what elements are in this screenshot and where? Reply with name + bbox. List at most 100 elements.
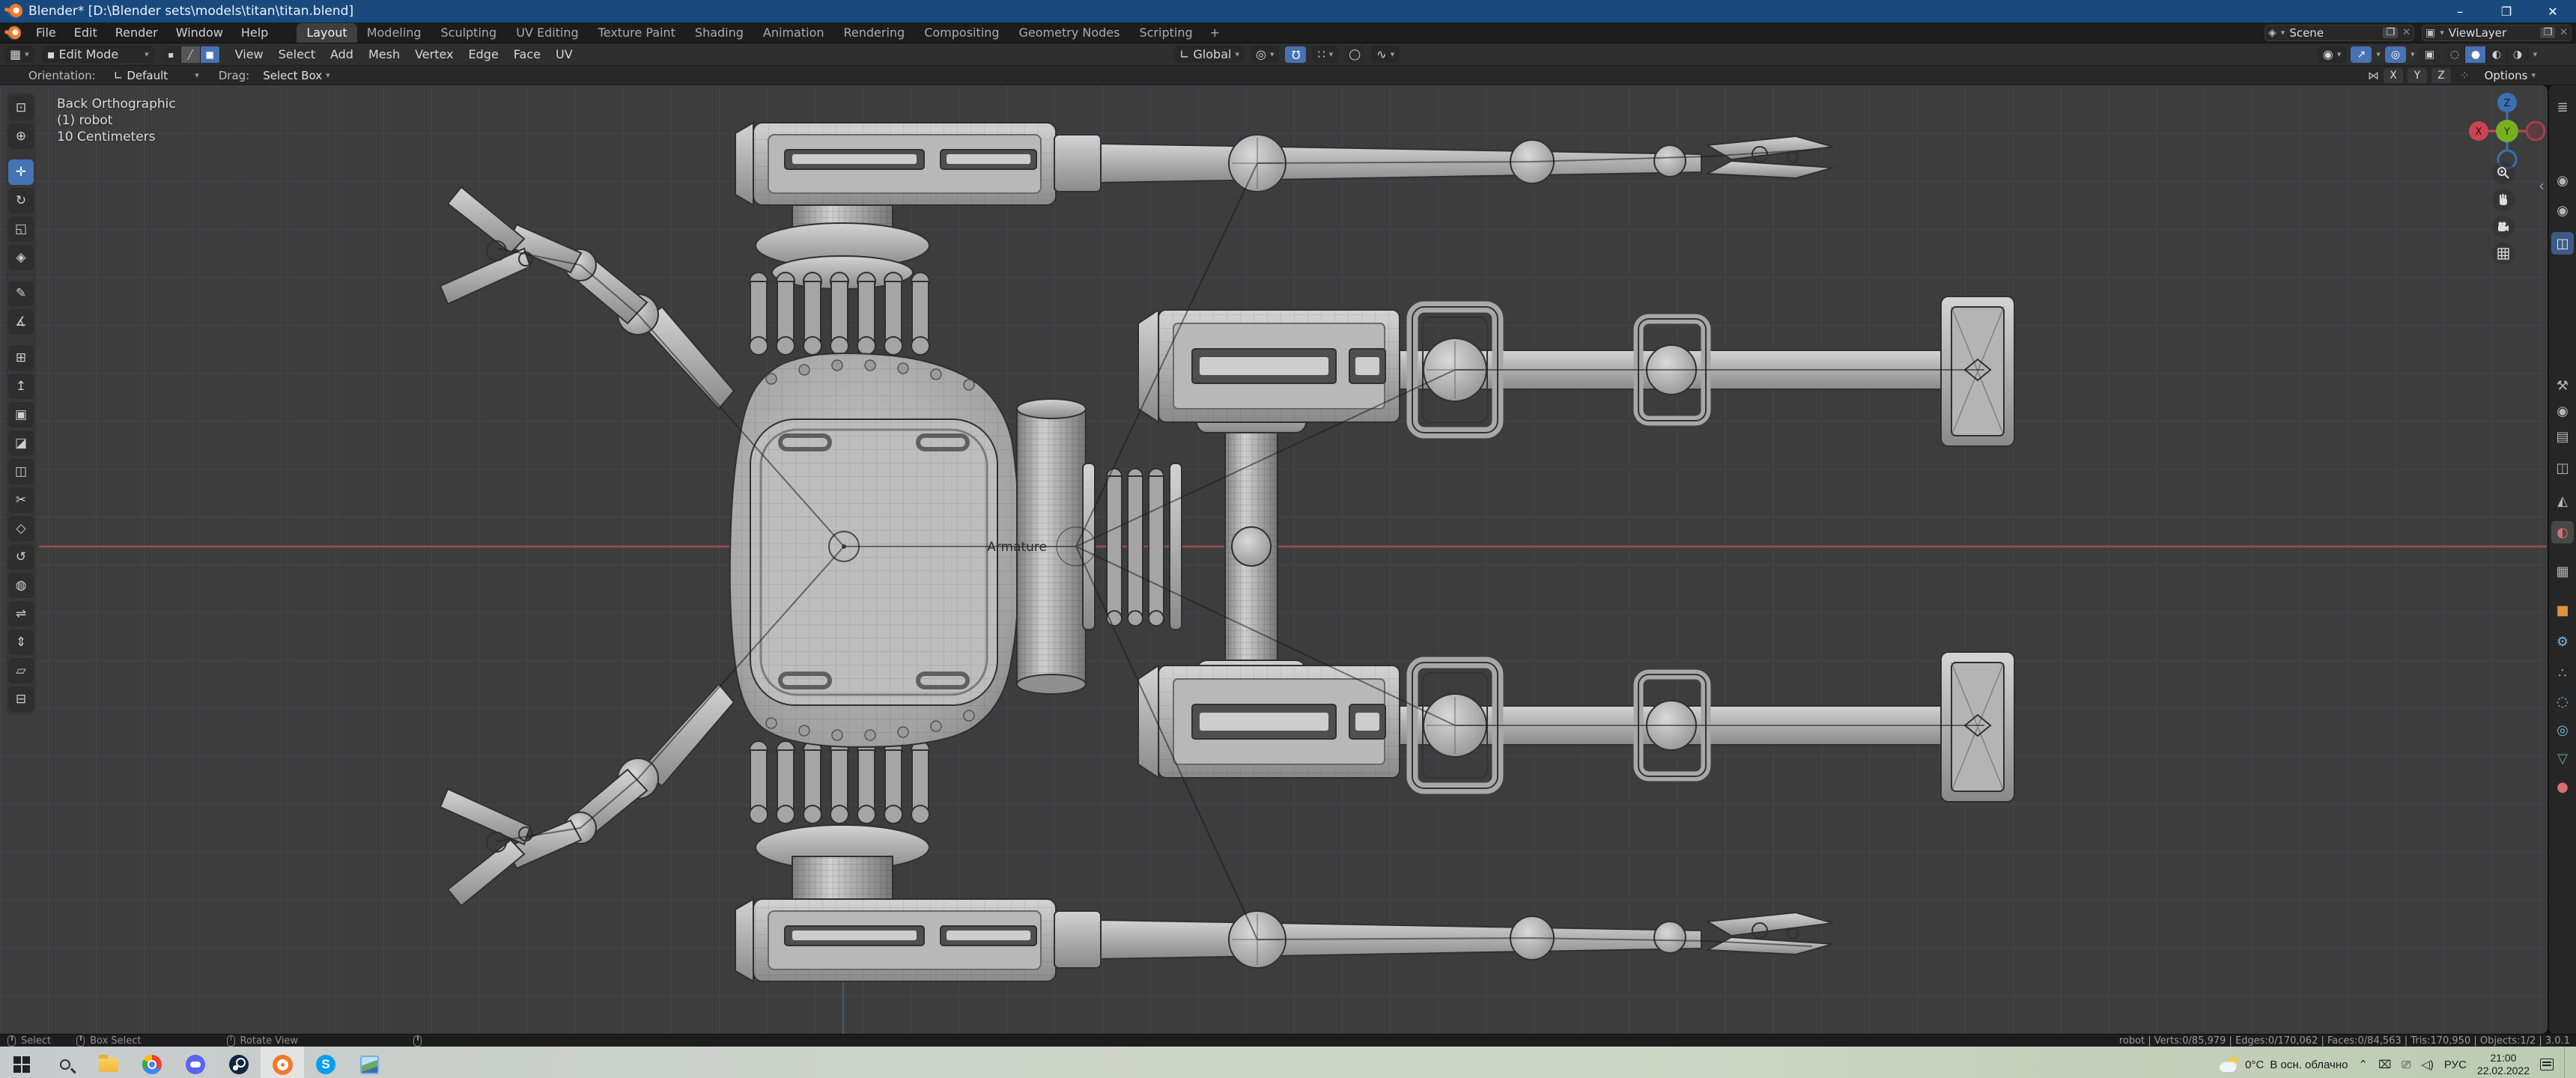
new-scene-button[interactable]: ❐ [2383, 27, 2399, 38]
menu-help[interactable]: Help [232, 22, 277, 43]
chevron-down-icon[interactable]: ▾ [2411, 49, 2415, 59]
tray-chevron-icon[interactable]: ⌃ [2358, 1058, 2368, 1071]
taskbar-search-button[interactable] [43, 1047, 87, 1078]
menu-add[interactable]: Add [323, 47, 361, 61]
snap-settings-dropdown[interactable]: ∷ ▾ [1312, 46, 1339, 63]
tab-compositing[interactable]: Compositing [914, 23, 1009, 43]
properties-tab-viewlayer[interactable]: ◫ [2551, 457, 2574, 479]
vertex-select-button[interactable]: ▪ [161, 46, 181, 63]
properties-tab-modifiers[interactable]: ⚙ [2551, 630, 2574, 653]
navigation-gizmo[interactable]: Z X Y [2469, 93, 2546, 170]
properties-tab-output-top[interactable]: ◉ [2551, 199, 2574, 222]
tool-measure[interactable]: ∡ [8, 309, 34, 335]
menu-uv[interactable]: UV [548, 47, 580, 61]
tool-select-box[interactable]: ⊡ [8, 95, 34, 121]
menu-mesh[interactable]: Mesh [361, 47, 407, 61]
edge-select-button[interactable]: ╱ [180, 46, 201, 63]
tab-sculpting[interactable]: Sculpting [431, 23, 506, 43]
menu-window[interactable]: Window [167, 22, 232, 43]
tool-inset-faces[interactable]: ▣ [8, 402, 34, 427]
tool-annotate[interactable]: ✎ [8, 281, 34, 306]
delete-scene-button[interactable]: ✕ [2402, 27, 2411, 38]
outliner-icon[interactable]: ≣ [2551, 96, 2574, 118]
transform-orientation-dropdown[interactable]: ∟ Global ▾ [1174, 46, 1245, 63]
tool-edge-slide[interactable]: ⇌ [8, 601, 34, 627]
taskbar-skype[interactable]: S [304, 1047, 347, 1078]
tool-scale[interactable]: ◱ [8, 216, 34, 242]
tray-network-icon[interactable]: ⎚ [2402, 1059, 2411, 1071]
taskbar-blender-active[interactable] [261, 1047, 304, 1078]
tool-loop-cut[interactable]: ◫ [8, 459, 34, 484]
taskbar-steam[interactable] [217, 1047, 261, 1078]
taskbar-photos[interactable] [347, 1047, 391, 1078]
properties-tab-object-data[interactable]: ▽ [2551, 747, 2574, 770]
snap-toggle[interactable]: Ω [1285, 46, 1307, 63]
menu-edit[interactable]: Edit [65, 22, 106, 43]
properties-tab-physics[interactable]: ◌ [2551, 690, 2574, 713]
tool-spin[interactable]: ↺ [8, 544, 34, 570]
mirror-x-button[interactable]: X [2384, 67, 2403, 83]
menu-select[interactable]: Select [271, 47, 323, 61]
xray-toggle[interactable]: ▣ [2419, 46, 2440, 63]
menu-view[interactable]: View [228, 47, 271, 61]
show-overlays-toggle[interactable]: ◎ [2384, 46, 2406, 63]
menu-vertex[interactable]: Vertex [407, 47, 461, 61]
viewport-canvas[interactable]: Armature Z X Y [0, 85, 2546, 1034]
taskbar-discord[interactable] [174, 1047, 217, 1078]
start-button[interactable] [0, 1047, 43, 1078]
tab-uv-editing[interactable]: UV Editing [506, 23, 588, 43]
tab-animation[interactable]: Animation [753, 23, 834, 43]
editor-type-button[interactable]: ▦ ▾ [4, 46, 34, 63]
orthographic-toggle-button[interactable] [2492, 243, 2515, 265]
tray-device-icon[interactable]: ⌧ [2378, 1058, 2391, 1071]
tool-extrude-region[interactable]: ↥ [8, 374, 34, 399]
blender-menu-icon[interactable] [7, 25, 21, 40]
chevron-down-icon[interactable]: ▾ [2376, 49, 2381, 59]
chevron-down-icon[interactable]: ▾ [2533, 49, 2537, 59]
new-viewlayer-button[interactable]: ❐ [2540, 27, 2556, 38]
taskbar-chrome[interactable] [130, 1047, 174, 1078]
tool-bevel[interactable]: ◪ [8, 430, 34, 456]
camera-view-button[interactable] [2492, 216, 2515, 238]
tool-cursor[interactable]: ⊕ [8, 124, 34, 149]
properties-tab-render[interactable]: ◉ [2551, 400, 2574, 422]
tool-shrink-fatten[interactable]: ⇕ [8, 630, 34, 655]
weather-widget[interactable]: 0°C В осн. облачно [2220, 1057, 2348, 1072]
properties-tab-constraints[interactable]: ◎ [2551, 719, 2574, 741]
menu-file[interactable]: File [27, 22, 65, 43]
viewlayer-selector[interactable]: ▣ ▾ ViewLayer ❐ ✕ [2422, 24, 2572, 41]
properties-tab-render-top[interactable]: ◉ [2551, 169, 2574, 192]
tab-texture-paint[interactable]: Texture Paint [589, 23, 685, 43]
zoom-button[interactable] [2492, 162, 2515, 184]
minimize-button[interactable]: – [2437, 0, 2483, 22]
pan-hand-button[interactable] [2492, 189, 2515, 211]
show-gizmos-toggle[interactable]: ↗ [2351, 46, 2372, 63]
proportional-editing-toggle[interactable]: ◯ [1344, 46, 1366, 63]
material-shading-button[interactable]: ◐ [2486, 46, 2508, 63]
properties-tab-material[interactable]: ● [2551, 776, 2574, 798]
tool-move[interactable]: ✛ [8, 159, 34, 185]
properties-tab-collection[interactable]: ▦ [2551, 560, 2574, 582]
tool-rotate[interactable]: ↻ [8, 188, 34, 213]
scene-selector[interactable]: ◈ ▾ Scene ❐ ✕ [2264, 24, 2414, 41]
delete-viewlayer-button[interactable]: ✕ [2560, 27, 2568, 38]
properties-tab-world[interactable]: ◐ [2551, 521, 2574, 543]
face-select-button[interactable]: ■ [200, 46, 220, 63]
tray-volume-icon[interactable]: ◁) [2421, 1058, 2434, 1071]
wireframe-shading-button[interactable]: ◌ [2444, 46, 2466, 63]
taskbar-clock[interactable]: 21:00 22.02.2022 [2477, 1052, 2530, 1077]
tool-add-cube[interactable]: ⊞ [8, 345, 34, 371]
orientation-select[interactable]: ∟ Default ▾ [107, 67, 205, 83]
tab-geometry-nodes[interactable]: Geometry Nodes [1009, 23, 1130, 43]
visibility-dropdown[interactable]: ◉ ▾ [2317, 46, 2347, 63]
properties-tab-output[interactable]: ▤ [2551, 425, 2574, 448]
mode-dropdown[interactable]: ▪ Edit Mode ▾ [41, 46, 154, 63]
taskbar-file-explorer[interactable] [87, 1047, 130, 1078]
tab-rendering[interactable]: Rendering [834, 23, 915, 43]
action-center-icon[interactable] [2540, 1059, 2554, 1071]
properties-tab-scene[interactable]: ◭ [2551, 490, 2574, 512]
solid-shading-button[interactable]: ● [2465, 46, 2487, 63]
tab-scripting[interactable]: Scripting [1129, 23, 1202, 43]
menu-edge[interactable]: Edge [461, 47, 506, 61]
close-button[interactable]: ✕ [2530, 0, 2576, 22]
